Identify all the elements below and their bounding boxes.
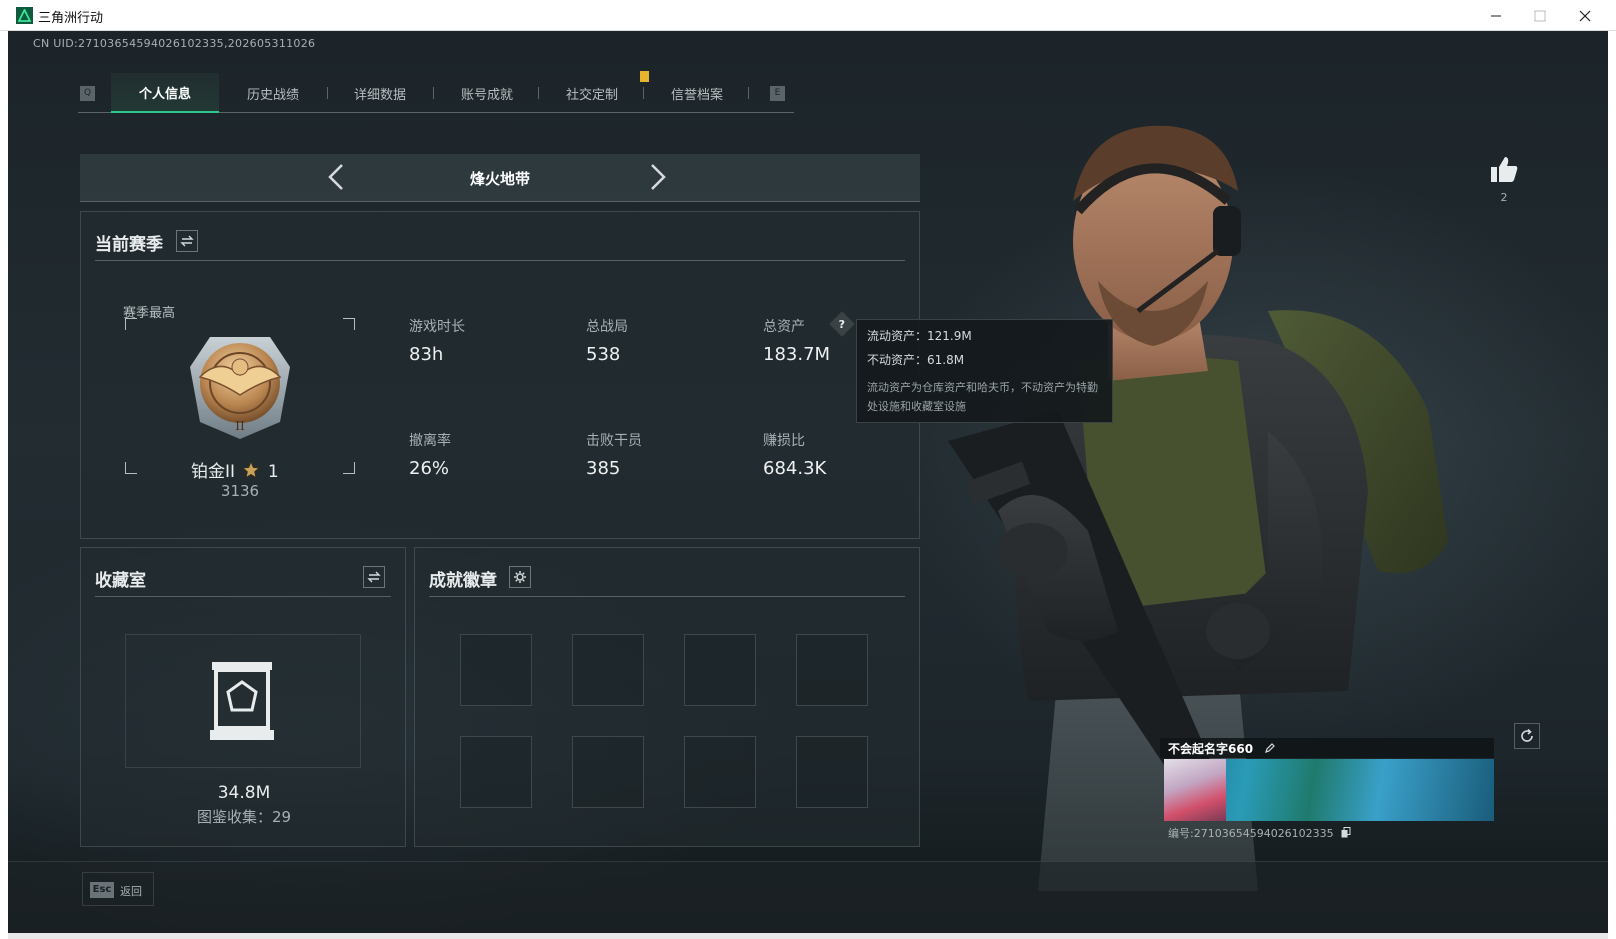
badge-slot[interactable] (684, 634, 756, 706)
total-matches-label: 总战局 (586, 319, 628, 335)
thumbs-up-icon (1491, 157, 1518, 182)
frame-corner (125, 462, 137, 474)
player-id: 编号:2710365459402610233​5 (1168, 825, 1351, 841)
kills-label: 击败干员 (586, 433, 642, 449)
tab-battle-history[interactable]: 历史战绩 (219, 73, 327, 113)
liquid-assets-text: 流动资产：121.9M (867, 329, 972, 343)
player-name: 不会起名字660 (1168, 742, 1254, 756)
extract-rate-label: 撤离率 (409, 433, 451, 449)
switch-collection-button[interactable] (363, 566, 385, 588)
assets-description: 流动资产为仓库资产和哈夫币，不动资产为特勤处设施和收藏室设施 (867, 381, 1098, 413)
badge-slot[interactable] (572, 736, 644, 808)
badge-slot[interactable] (796, 736, 868, 808)
kills-value: 385 (586, 458, 621, 479)
tab-personal-info[interactable]: 个人信息 (111, 73, 219, 113)
switch-season-button[interactable] (176, 230, 198, 252)
frame-corner (125, 318, 137, 330)
rank-stars: 1 (267, 462, 279, 482)
edit-icon[interactable] (1264, 742, 1276, 754)
rank-score: 3136 (220, 482, 260, 500)
notification-badge (640, 71, 649, 82)
total-assets-label: 总资产 (763, 319, 805, 335)
total-matches-value: 538 (586, 344, 621, 365)
tab-reputation-file[interactable]: 信誉档案 (643, 73, 751, 113)
current-season-panel: 当前赛季 赛季最高 II 铂金II 1 3136 游戏时长 83h 总战局 53… (80, 211, 920, 539)
tab-prev-key[interactable]: Q (80, 86, 95, 101)
badge-slot[interactable] (684, 736, 756, 808)
window-title: 三角洲行动 (38, 11, 104, 26)
taskbar-strip (8, 933, 1608, 939)
platinum-rank-badge-icon: II (190, 337, 290, 439)
season-title: 当前赛季 (95, 235, 163, 255)
achievements-title: 成就徽章 (429, 571, 497, 591)
avatar[interactable] (1164, 759, 1226, 821)
refresh-icon (1521, 728, 1533, 742)
svg-text:II: II (235, 419, 245, 433)
window-titlebar: 三角洲行动 (0, 0, 1616, 31)
player-card[interactable]: 不会起名字660 编号:2710365459402610233​5 (1160, 738, 1505, 853)
play-time-label: 游戏时长 (409, 319, 465, 335)
footer-bar: Esc 返回 (8, 861, 1608, 933)
tab-social-customization[interactable]: 社交定制 (538, 73, 646, 113)
profit-ratio-label: 赚损比 (763, 433, 805, 449)
frame-corner (343, 318, 355, 330)
game-window: CN UID:2710365459402610233​5,20260531102… (8, 31, 1608, 933)
profit-ratio-value: 684.3K (763, 458, 827, 479)
play-time-value: 83h (409, 344, 444, 365)
extract-rate-value: 26% (409, 458, 450, 479)
rank-name: 铂金II (191, 462, 236, 482)
swap-icon (367, 571, 381, 583)
rank-name-row: 铂金II 1 (191, 457, 279, 482)
minimize-button[interactable] (1473, 2, 1519, 29)
main-tabs: Q 个人信息 历史战绩 详细数据 账号成就 社交定制 信誉档案 E (78, 71, 794, 113)
tab-next-key[interactable]: E (770, 86, 785, 101)
gallery-count: 图鉴收集：29 (196, 808, 292, 826)
collection-title: 收藏室 (95, 571, 146, 591)
help-button[interactable]: ? (829, 311, 855, 337)
tab-detailed-data[interactable]: 详细数据 (326, 73, 434, 113)
badge-slot[interactable] (460, 634, 532, 706)
achievements-panel: 成就徽章 (414, 547, 920, 847)
player-id-text: 编号:2710365459402610233​5 (1168, 827, 1334, 840)
assets-tooltip: 流动资产：121.9M 不动资产：61.8M 流动资产为仓库资产和哈夫币，不动资… (856, 319, 1113, 423)
fixed-assets-text: 不动资产：61.8M (867, 353, 965, 367)
like-count: 2 (1500, 191, 1508, 204)
frame-corner (343, 462, 355, 474)
tab-account-achievements[interactable]: 账号成就 (433, 73, 541, 113)
collection-value: 34.8M (217, 783, 271, 803)
display-case-icon (210, 662, 274, 740)
badge-slot[interactable] (796, 634, 868, 706)
gear-icon (514, 571, 526, 583)
map-selector: 烽火地带 (80, 154, 920, 202)
star-icon (242, 460, 261, 479)
esc-key-hint: Esc (90, 882, 114, 898)
badge-slot[interactable] (460, 736, 532, 808)
map-name: 烽火地带 (469, 170, 530, 188)
collection-room-panel: 收藏室 34.8M 图鉴收集：29 (80, 547, 406, 847)
refresh-appearance-button[interactable] (1514, 723, 1540, 749)
divider (429, 596, 905, 597)
divider (95, 260, 905, 261)
uid-text: CN UID:2710365459402610233​5,20260531102… (33, 37, 316, 50)
maximize-button[interactable] (1517, 2, 1563, 29)
question-icon: ? (838, 317, 846, 331)
chevron-right-icon[interactable] (642, 162, 672, 192)
total-assets-value: 183.7M (763, 344, 831, 365)
achievements-settings-button[interactable] (509, 566, 531, 588)
back-label: 返回 (120, 885, 142, 898)
like-button[interactable]: 2 (1484, 155, 1524, 204)
badge-slot[interactable] (572, 634, 644, 706)
swap-icon (180, 235, 194, 247)
divider (95, 596, 391, 597)
close-button[interactable] (1562, 2, 1608, 29)
copy-icon[interactable] (1341, 827, 1351, 838)
app-logo-icon (16, 7, 33, 24)
player-name-bar: 不会起名字660 (1160, 738, 1494, 758)
